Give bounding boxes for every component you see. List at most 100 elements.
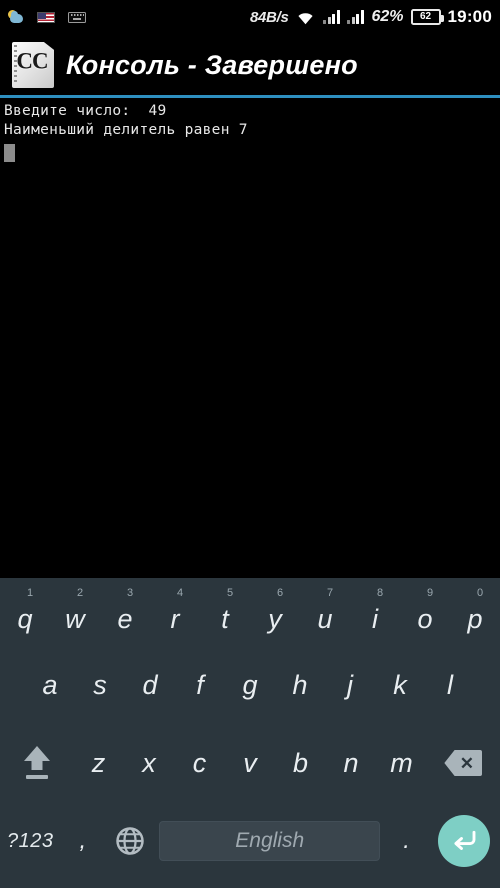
shift-key[interactable] (0, 724, 73, 802)
key-l-label: l (447, 669, 453, 700)
key-r[interactable]: 4 r (150, 578, 200, 646)
symbols-key-label: ?123 (7, 829, 54, 852)
key-t-label: t (221, 603, 229, 634)
keyboard-row-3: z x c v b n m ✕ (0, 724, 500, 802)
comma-key[interactable]: , (61, 802, 106, 880)
backspace-icon: ✕ (444, 750, 483, 776)
key-s[interactable]: s (75, 646, 125, 724)
console-output[interactable]: Введите число: 49 Наименьший делитель ра… (0, 98, 500, 576)
signal-bars-icon-2 (347, 10, 364, 24)
spacebar-language-label: English (235, 829, 305, 852)
key-o[interactable]: 9 o (400, 578, 450, 646)
network-speed-label: 84B/s (249, 8, 289, 26)
key-p[interactable]: 0 p (450, 578, 500, 646)
key-g-label: g (242, 669, 258, 700)
symbols-key[interactable]: ?123 (0, 802, 61, 880)
key-y[interactable]: 6 y (250, 578, 300, 646)
shift-icon (19, 745, 55, 781)
key-r-label: r (170, 603, 180, 634)
key-p-label: p (467, 603, 483, 634)
keyboard-row-4: ?123 , English . (0, 802, 500, 880)
console-line: Введите число: 49 (4, 103, 167, 119)
battery-percent-label: 62% (371, 8, 404, 25)
enter-key[interactable] (429, 802, 500, 880)
clock-label: 19:00 (447, 7, 492, 26)
key-o-label: o (417, 603, 433, 634)
key-o-number-hint: 9 (427, 587, 434, 599)
key-a-label: a (42, 669, 58, 700)
on-screen-keyboard[interactable]: 1 q 2 w 3 e 4 r 5 t 6 y 7 u 8 i 9 o 0 p … (0, 578, 500, 888)
comma-key-label: , (79, 826, 87, 854)
keyboard-row-2: a s d f g h j k l (0, 646, 500, 724)
key-z[interactable]: z (73, 724, 124, 802)
backspace-glyph-label: ✕ (459, 753, 474, 773)
period-key[interactable]: . (384, 802, 429, 880)
phone-screen: 84B/s 62% 62 19:00 CC Консоль - Завершен… (0, 0, 500, 888)
key-j-label: j (347, 669, 353, 700)
key-w[interactable]: 2 w (50, 578, 100, 646)
key-b-label: b (292, 747, 308, 778)
key-f[interactable]: f (175, 646, 225, 724)
keyboard-row-1: 1 q 2 w 3 e 4 r 5 t 6 y 7 u 8 i 9 o 0 p (0, 578, 500, 646)
status-bar: 84B/s 62% 62 19:00 (0, 0, 500, 34)
key-t-number-hint: 5 (227, 587, 234, 599)
key-k[interactable]: k (375, 646, 425, 724)
key-w-label: w (65, 603, 85, 634)
key-u[interactable]: 7 u (300, 578, 350, 646)
app-title-bar: CC Консоль - Завершено (0, 34, 500, 96)
key-j[interactable]: j (325, 646, 375, 724)
key-v-label: v (243, 747, 257, 778)
key-s-label: s (93, 669, 107, 700)
key-m-label: m (390, 747, 413, 778)
key-t[interactable]: 5 t (200, 578, 250, 646)
battery-level-label: 62 (419, 11, 432, 22)
key-e[interactable]: 3 e (100, 578, 150, 646)
console-cursor (4, 144, 15, 162)
enter-icon (454, 830, 476, 850)
key-h-label: h (292, 669, 308, 700)
key-u-number-hint: 7 (327, 587, 334, 599)
key-e-number-hint: 3 (127, 587, 134, 599)
enter-key-circle (438, 815, 491, 867)
key-g[interactable]: g (225, 646, 275, 724)
key-h[interactable]: h (275, 646, 325, 724)
key-c[interactable]: c (174, 724, 225, 802)
key-y-label: y (268, 603, 282, 634)
key-z-label: z (91, 747, 106, 778)
key-n[interactable]: n (326, 724, 377, 802)
key-y-number-hint: 6 (277, 587, 284, 599)
status-bar-right-icons: 84B/s 62% 62 19:00 (250, 7, 492, 27)
key-i[interactable]: 8 i (350, 578, 400, 646)
period-key-label: . (403, 826, 410, 854)
globe-icon (116, 827, 144, 855)
key-p-number-hint: 0 (477, 587, 484, 599)
key-f-label: f (196, 669, 204, 700)
key-d[interactable]: d (125, 646, 175, 724)
key-l[interactable]: l (425, 646, 475, 724)
key-a[interactable]: a (25, 646, 75, 724)
console-line: Наименьший делитель равен 7 (4, 122, 248, 138)
key-e-label: e (117, 603, 133, 634)
key-k-label: k (393, 669, 407, 700)
signal-bars-icon-1 (323, 10, 340, 24)
key-i-number-hint: 8 (377, 587, 384, 599)
key-q-label: q (17, 603, 33, 634)
cctools-app-icon: CC (12, 42, 54, 88)
language-switch-key[interactable] (105, 802, 155, 880)
backspace-key[interactable]: ✕ (427, 724, 500, 802)
key-r-number-hint: 4 (177, 587, 184, 599)
key-x[interactable]: x (124, 724, 175, 802)
app-icon-label: CC (16, 48, 48, 74)
key-v[interactable]: v (225, 724, 276, 802)
key-i-label: i (372, 603, 378, 634)
key-q-number-hint: 1 (27, 587, 34, 599)
page-title: Консоль - Завершено (66, 49, 358, 80)
spacebar-key[interactable]: English (155, 802, 384, 880)
key-m[interactable]: m (376, 724, 427, 802)
key-d-label: d (142, 669, 158, 700)
key-q[interactable]: 1 q (0, 578, 50, 646)
key-b[interactable]: b (275, 724, 326, 802)
key-w-number-hint: 2 (77, 587, 84, 599)
keyboard-indicator-icon (68, 11, 86, 23)
us-flag-icon (37, 11, 55, 23)
